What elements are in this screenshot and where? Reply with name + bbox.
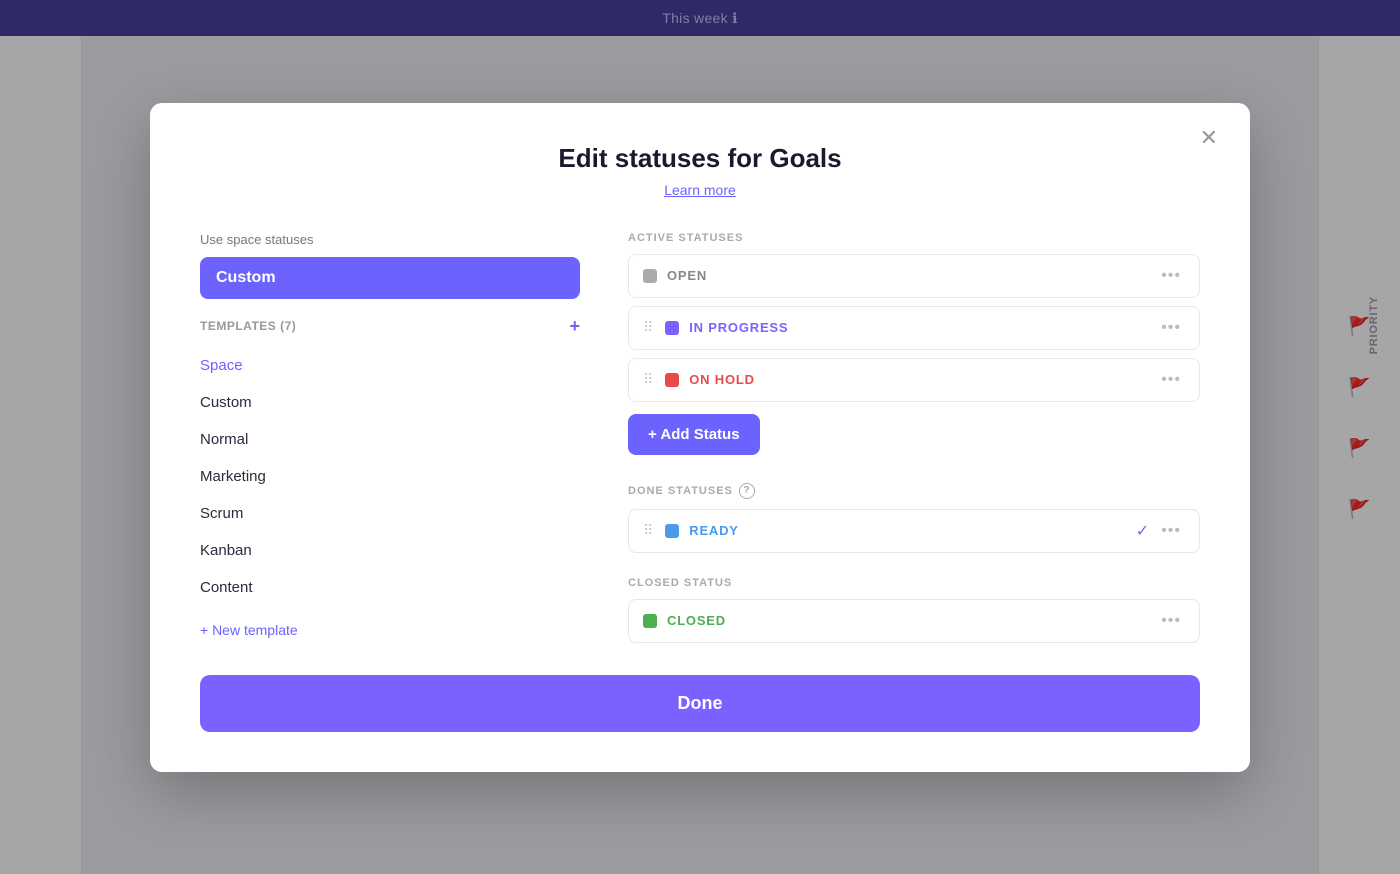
check-icon-ready: ✓ bbox=[1136, 521, 1149, 541]
left-panel: Use space statuses Custom TEMPLATES (7) … bbox=[200, 232, 580, 651]
more-button-open[interactable]: ••• bbox=[1157, 265, 1185, 287]
status-dot-in-progress bbox=[665, 321, 679, 335]
modal-title: Edit statuses for Goals bbox=[200, 143, 1200, 174]
status-row-closed: CLOSED ••• bbox=[628, 599, 1200, 643]
status-actions-on-hold: ••• bbox=[1157, 369, 1185, 391]
status-name-closed: CLOSED bbox=[667, 613, 1147, 628]
template-item-kanban[interactable]: Kanban bbox=[200, 532, 580, 569]
drag-handle-in-progress[interactable]: ⠿ bbox=[643, 319, 653, 336]
template-item-custom[interactable]: Custom bbox=[200, 384, 580, 421]
status-actions-closed: ••• bbox=[1157, 610, 1185, 632]
more-button-on-hold[interactable]: ••• bbox=[1157, 369, 1185, 391]
closed-status-section-label: CLOSED STATUS bbox=[628, 577, 1200, 589]
drag-handle-on-hold[interactable]: ⠿ bbox=[643, 371, 653, 388]
modal-body: Use space statuses Custom TEMPLATES (7) … bbox=[200, 232, 1200, 651]
status-row-in-progress: ⠿ IN PROGRESS ••• bbox=[628, 306, 1200, 350]
more-button-closed[interactable]: ••• bbox=[1157, 610, 1185, 632]
new-template-button[interactable]: + New template bbox=[200, 622, 298, 638]
status-actions-ready: ✓ ••• bbox=[1136, 520, 1185, 542]
status-row-open: OPEN ••• bbox=[628, 254, 1200, 298]
templates-label: TEMPLATES (7) bbox=[200, 319, 296, 333]
status-name-ready: READY bbox=[689, 523, 1126, 538]
templates-header: TEMPLATES (7) + bbox=[200, 317, 580, 335]
more-button-ready[interactable]: ••• bbox=[1157, 520, 1185, 542]
status-name-in-progress: IN PROGRESS bbox=[689, 320, 1147, 335]
template-item-content[interactable]: Content bbox=[200, 569, 580, 606]
status-dot-closed bbox=[643, 614, 657, 628]
status-row-on-hold: ⠿ ON HOLD ••• bbox=[628, 358, 1200, 402]
custom-selected-button[interactable]: Custom bbox=[200, 257, 580, 299]
status-actions-in-progress: ••• bbox=[1157, 317, 1185, 339]
modal-header: Edit statuses for Goals Learn more bbox=[200, 143, 1200, 200]
active-statuses-section-label: ACTIVE STATUSES bbox=[628, 232, 1200, 244]
template-list: Space Custom Normal Marketing Scrum Kanb… bbox=[200, 347, 580, 606]
done-statuses-section-label: DONE STATUSES ? bbox=[628, 483, 1200, 499]
use-space-label: Use space statuses bbox=[200, 232, 580, 247]
template-item-normal[interactable]: Normal bbox=[200, 421, 580, 458]
done-statuses-help-icon[interactable]: ? bbox=[739, 483, 755, 499]
status-dot-ready bbox=[665, 524, 679, 538]
status-dot-open bbox=[643, 269, 657, 283]
status-actions-open: ••• bbox=[1157, 265, 1185, 287]
template-item-scrum[interactable]: Scrum bbox=[200, 495, 580, 532]
modal: ✕ Edit statuses for Goals Learn more Use… bbox=[150, 103, 1250, 772]
right-panel: ACTIVE STATUSES OPEN ••• ⠿ IN PROGRESS bbox=[628, 232, 1200, 651]
templates-add-button[interactable]: + bbox=[569, 317, 580, 335]
close-button[interactable]: ✕ bbox=[1192, 123, 1226, 153]
status-row-ready: ⠿ READY ✓ ••• bbox=[628, 509, 1200, 553]
add-status-button[interactable]: + Add Status bbox=[628, 414, 760, 455]
done-button[interactable]: Done bbox=[200, 675, 1200, 732]
more-button-in-progress[interactable]: ••• bbox=[1157, 317, 1185, 339]
learn-more-link[interactable]: Learn more bbox=[664, 182, 736, 198]
template-item-marketing[interactable]: Marketing bbox=[200, 458, 580, 495]
status-name-open: OPEN bbox=[667, 268, 1147, 283]
template-item-space[interactable]: Space bbox=[200, 347, 580, 384]
drag-handle-ready[interactable]: ⠿ bbox=[643, 522, 653, 539]
status-dot-on-hold bbox=[665, 373, 679, 387]
modal-overlay: ✕ Edit statuses for Goals Learn more Use… bbox=[0, 0, 1400, 874]
status-name-on-hold: ON HOLD bbox=[689, 372, 1147, 387]
